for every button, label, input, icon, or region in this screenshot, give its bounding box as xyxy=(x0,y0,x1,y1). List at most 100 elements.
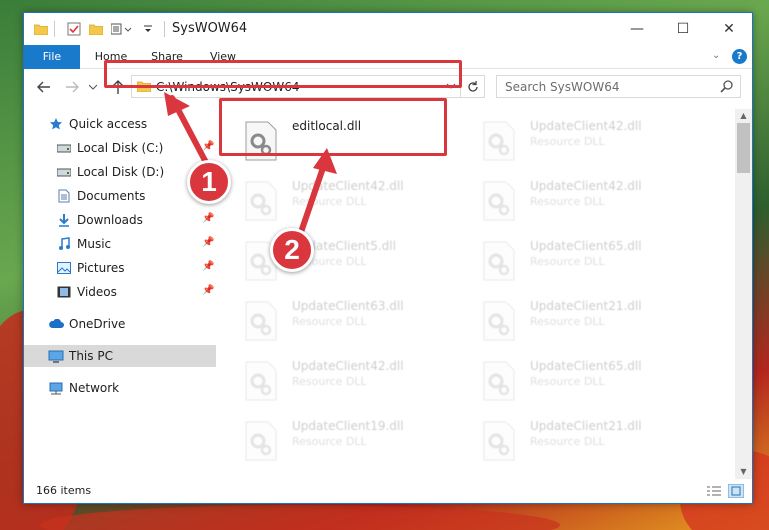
item-count: 166 items xyxy=(36,484,92,497)
scroll-down-icon[interactable]: ▼ xyxy=(735,465,752,479)
sidebar-item-label: Network xyxy=(69,381,120,395)
sidebar-item-label: Downloads xyxy=(77,213,143,227)
dll-file-icon xyxy=(483,361,515,401)
sidebar-item-videos[interactable]: Videos 📌 xyxy=(24,281,216,303)
sidebar-item-pictures[interactable]: Pictures 📌 xyxy=(24,257,216,279)
dll-file-icon xyxy=(483,421,515,461)
file-type: Resource DLL xyxy=(530,195,605,208)
sidebar-item-this-pc[interactable]: This PC xyxy=(24,345,216,367)
new-folder-icon[interactable] xyxy=(88,21,104,37)
sidebar-item-label: Pictures xyxy=(77,261,125,275)
dll-file-icon xyxy=(245,361,277,401)
file-item[interactable]: UpdateClient65.dll Resource DLL xyxy=(462,353,692,403)
file-name: UpdateClient19.dll xyxy=(292,419,404,433)
videos-icon xyxy=(56,284,72,300)
address-bar-highlight xyxy=(104,60,462,88)
file-item[interactable]: UpdateClient42.dll Resource DLL xyxy=(224,353,454,403)
customize-qa-icon[interactable] xyxy=(110,21,136,37)
sidebar-item-onedrive[interactable]: OneDrive xyxy=(24,313,216,335)
dll-file-icon xyxy=(483,301,515,341)
file-name: UpdateClient63.dll xyxy=(292,299,404,313)
file-item[interactable]: UpdateClient63.dll Resource DLL xyxy=(224,293,454,343)
recent-locations-button[interactable] xyxy=(87,77,99,97)
sidebar-item-label: OneDrive xyxy=(69,317,126,331)
title-bar: SysWOW64 — ☐ ✕ xyxy=(24,13,752,45)
file-name: UpdateClient65.dll xyxy=(530,239,642,253)
details-view-icon[interactable] xyxy=(706,484,722,498)
file-type: Resource DLL xyxy=(292,315,367,328)
pin-icon[interactable]: 📌 xyxy=(202,285,214,296)
sidebar-item-label: Quick access xyxy=(69,117,148,131)
cloud-icon xyxy=(48,316,64,332)
qa-dropdown-icon[interactable] xyxy=(140,21,156,37)
title-separator xyxy=(164,21,165,37)
star-icon xyxy=(48,116,64,132)
refresh-button[interactable] xyxy=(461,75,485,98)
scroll-up-icon[interactable]: ▲ xyxy=(735,109,752,123)
file-item[interactable]: UpdateClient19.dll Resource DLL xyxy=(224,413,454,463)
file-name: UpdateClient42.dll xyxy=(292,359,404,373)
sidebar-item-label: Music xyxy=(77,237,112,251)
minimize-button[interactable]: — xyxy=(614,13,660,45)
dll-file-icon xyxy=(245,421,277,461)
file-item[interactable]: UpdateClient21.dll Resource DLL xyxy=(462,293,692,343)
sidebar-item-downloads[interactable]: Downloads 📌 xyxy=(24,209,216,231)
dll-file-icon xyxy=(245,181,277,221)
status-bar: 166 items xyxy=(24,479,752,503)
sidebar-item-music[interactable]: Music 📌 xyxy=(24,233,216,255)
downloads-icon xyxy=(56,212,72,228)
file-item[interactable]: UpdateClient21.dll Resource DLL xyxy=(462,413,692,463)
pin-icon[interactable]: 📌 xyxy=(202,213,214,224)
file-name: UpdateClient42.dll xyxy=(530,179,642,193)
search-box[interactable] xyxy=(496,75,741,98)
large-icons-view-icon[interactable] xyxy=(728,484,744,498)
sidebar-item-network[interactable]: Network xyxy=(24,377,216,399)
file-name: UpdateClient65.dll xyxy=(530,359,642,373)
close-button[interactable]: ✕ xyxy=(706,13,752,45)
scroll-thumb[interactable] xyxy=(737,123,750,173)
drive-icon xyxy=(56,164,72,180)
window-title: SysWOW64 xyxy=(172,21,248,36)
vertical-scrollbar[interactable]: ▲ ▼ xyxy=(735,109,752,479)
search-input[interactable] xyxy=(505,79,715,94)
dll-file-icon xyxy=(483,241,515,281)
file-type: Resource DLL xyxy=(530,375,605,388)
music-icon xyxy=(56,236,72,252)
file-item[interactable]: UpdateClient42.dll Resource DLL xyxy=(462,113,692,163)
drive-icon xyxy=(56,140,72,156)
network-icon xyxy=(48,380,64,396)
help-icon[interactable]: ? xyxy=(732,49,747,64)
file-type: Resource DLL xyxy=(530,315,605,328)
folder-icon xyxy=(33,21,49,37)
sidebar-item-label: Documents xyxy=(77,189,146,203)
file-item[interactable]: UpdateClient42.dll Resource DLL xyxy=(462,173,692,223)
sidebar-item-label: Local Disk (C:) xyxy=(77,141,164,155)
properties-icon[interactable] xyxy=(66,21,82,37)
sidebar-item-label: Videos xyxy=(77,285,117,299)
tab-file[interactable]: File xyxy=(24,45,80,69)
file-type: Resource DLL xyxy=(292,435,367,448)
sidebar-item-label: Local Disk (D:) xyxy=(77,165,165,179)
back-button[interactable] xyxy=(34,77,54,97)
file-name: UpdateClient42.dll xyxy=(530,119,642,133)
callout-badge-2: 2 xyxy=(270,228,314,272)
file-name: UpdateClient21.dll xyxy=(530,299,642,313)
sidebar-item-label: This PC xyxy=(69,349,113,363)
documents-icon xyxy=(56,188,72,204)
dll-file-icon xyxy=(245,301,277,341)
computer-icon xyxy=(48,348,64,364)
pin-icon[interactable]: 📌 xyxy=(202,261,214,272)
file-type: Resource DLL xyxy=(292,375,367,388)
dll-file-icon xyxy=(483,121,515,161)
search-icon[interactable] xyxy=(720,79,734,96)
file-item[interactable]: UpdateClient65.dll Resource DLL xyxy=(462,233,692,283)
forward-button[interactable] xyxy=(62,77,82,97)
pin-icon[interactable]: 📌 xyxy=(202,237,214,248)
callout-badge-1: 1 xyxy=(187,160,231,204)
file-name: UpdateClient21.dll xyxy=(530,419,642,433)
pictures-icon xyxy=(56,260,72,276)
file-type: Resource DLL xyxy=(530,435,605,448)
dll-file-icon xyxy=(483,181,515,221)
expand-ribbon-icon[interactable]: ⌄ xyxy=(712,50,720,61)
maximize-button[interactable]: ☐ xyxy=(660,13,706,45)
